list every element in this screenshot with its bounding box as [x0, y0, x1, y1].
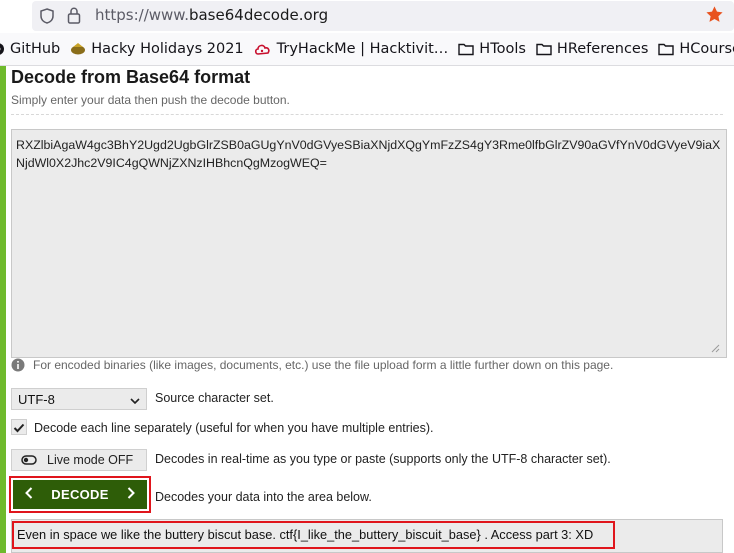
folder-icon — [658, 42, 675, 56]
divider — [11, 114, 723, 115]
shield-icon[interactable] — [40, 8, 54, 28]
bookmark-github[interactable]: GitHub — [0, 37, 60, 61]
charset-label: Source character set. — [155, 391, 274, 405]
chevron-left-icon — [25, 487, 33, 502]
side-accent-bar — [0, 66, 6, 553]
info-note: For encoded binaries (like images, docum… — [11, 358, 613, 372]
page-content: Decode from Base64 format Simply enter y… — [0, 66, 734, 553]
bookmark-star-icon[interactable] — [705, 5, 724, 28]
charset-value: UTF-8 — [18, 391, 55, 407]
chevron-down-icon — [130, 392, 140, 407]
decode-button-label: DECODE — [51, 487, 109, 502]
bookmark-label: HTools — [479, 41, 526, 57]
resize-grip-icon[interactable] — [711, 338, 720, 357]
page-title: Decode from Base64 format — [11, 67, 251, 87]
hacky-holidays-icon — [70, 42, 86, 56]
bookmark-label: GitHub — [10, 41, 61, 57]
decode-label: Decodes your data into the area below. — [155, 490, 372, 504]
browser-toolbar: https://www.base64decode.org — [0, 0, 734, 33]
checkmark-icon — [13, 418, 25, 437]
bookmarks-bar: GitHub Hacky Holidays 2021 TryHackMe | H… — [0, 33, 734, 66]
folder-icon — [458, 42, 474, 56]
live-mode-button-label: Live mode OFF — [47, 453, 134, 467]
folder-icon — [536, 42, 552, 56]
toggle-icon — [21, 455, 37, 465]
tryhackme-icon — [254, 42, 272, 56]
bookmark-hacky-holidays[interactable]: Hacky Holidays 2021 — [70, 37, 244, 61]
info-text: For encoded binaries (like images, docum… — [33, 358, 614, 372]
bookmark-label: HReferences — [556, 41, 649, 57]
bookmark-label: Hacky Holidays 2021 — [91, 41, 244, 57]
url-scheme: https://www. — [95, 6, 189, 24]
decode-lines-checkbox[interactable] — [11, 419, 27, 435]
live-mode-button[interactable]: Live mode OFF — [11, 449, 147, 471]
bookmark-label: HCourses — [679, 41, 734, 57]
bookmark-label: TryHackMe | Hacktivit… — [276, 41, 449, 57]
lock-icon[interactable] — [67, 7, 81, 28]
url-host: base64decode.org — [188, 6, 329, 24]
charset-select[interactable]: UTF-8 — [11, 388, 147, 410]
base64-input-textarea[interactable]: RXZlbiAgaW4gc3BhY2Ugd2UgbGlrZSB0aGUgYnV0… — [11, 129, 727, 358]
bookmark-folder-hreferences[interactable]: HReferences — [536, 37, 648, 61]
info-icon — [11, 358, 25, 372]
url-text[interactable]: https://www.base64decode.org — [95, 6, 328, 24]
github-icon — [0, 42, 5, 56]
decode-lines-label: Decode each line separately (useful for … — [34, 421, 434, 435]
bookmark-tryhackme[interactable]: TryHackMe | Hacktivit… — [254, 37, 449, 61]
page-subtitle: Simply enter your data then push the dec… — [11, 93, 290, 107]
chevron-right-icon — [127, 487, 135, 502]
decode-button[interactable]: DECODE — [13, 480, 147, 509]
bookmark-folder-hcourses[interactable]: HCourses — [658, 37, 734, 61]
decoded-output-text: Even in space we like the buttery biscut… — [17, 527, 594, 542]
live-mode-label: Decodes in real-time as you type or past… — [155, 452, 611, 466]
bookmark-folder-htools[interactable]: HTools — [458, 37, 526, 61]
